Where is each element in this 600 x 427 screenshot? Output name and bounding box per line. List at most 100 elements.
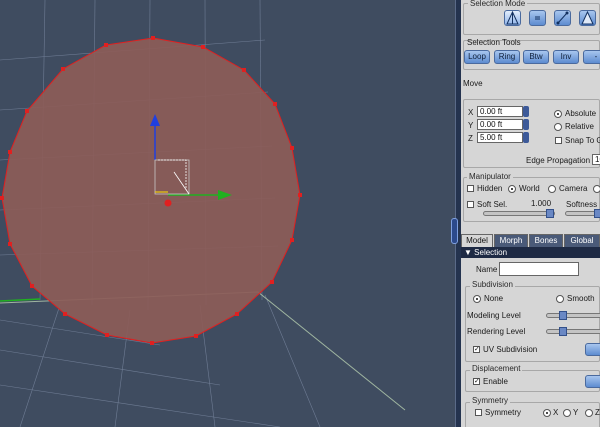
symmetry-checkbox[interactable] xyxy=(475,409,482,416)
displacement-title: Displacement xyxy=(470,364,523,373)
vertex-point[interactable] xyxy=(8,242,12,246)
symmetry-label: Symmetry xyxy=(485,408,521,417)
selection-mode-title: Selection Mode xyxy=(468,0,528,8)
vertex-point[interactable] xyxy=(242,68,246,72)
disc-mesh[interactable] xyxy=(1,37,301,344)
edge-mode-icon xyxy=(535,16,540,20)
symmetry-x-label: X xyxy=(553,408,559,417)
symmetry-z-radio[interactable] xyxy=(585,409,593,417)
move-title: Move xyxy=(463,79,483,88)
vertex-point[interactable] xyxy=(270,280,274,284)
displacement-options-button[interactable] xyxy=(585,375,600,388)
vertex-point[interactable] xyxy=(290,146,294,150)
x-label: X xyxy=(468,108,474,117)
softness-slider-knob[interactable] xyxy=(594,209,600,218)
soft-sel-slider[interactable] xyxy=(483,209,555,218)
vertex-point[interactable] xyxy=(8,150,12,154)
tab-model[interactable]: Model xyxy=(461,234,493,247)
splitter-handle[interactable] xyxy=(451,218,458,244)
world-radio[interactable] xyxy=(508,185,516,193)
edge-propagation-label: Edge Propagation xyxy=(526,156,591,165)
displacement-enable-checkbox[interactable]: ✓ xyxy=(473,378,480,385)
displacement-enable-label: Enable xyxy=(483,377,508,386)
between-button[interactable]: Btw xyxy=(523,50,549,64)
rendering-level-slider[interactable] xyxy=(546,327,600,336)
camera-label: Camera xyxy=(559,184,588,193)
rendering-level-label: Rendering Level xyxy=(467,327,526,336)
y-label: Y xyxy=(468,121,474,130)
modeling-level-slider-knob[interactable] xyxy=(559,311,567,320)
softness-label: Softness xyxy=(566,200,598,209)
vertex-point[interactable] xyxy=(273,102,277,106)
vertex-mode-button[interactable] xyxy=(504,10,521,26)
object-radio[interactable] xyxy=(593,185,600,193)
snap-checkbox[interactable] xyxy=(555,137,562,144)
object-mode-button[interactable] xyxy=(579,10,596,26)
vertex-mode-icon xyxy=(506,10,519,25)
vertex-point[interactable] xyxy=(0,196,4,200)
ring-button[interactable]: Ring xyxy=(494,50,520,64)
none-label: None xyxy=(484,294,504,303)
viewport-canvas[interactable] xyxy=(0,0,455,427)
vertex-point[interactable] xyxy=(30,284,34,288)
vertex-point[interactable] xyxy=(104,43,108,47)
symmetry-y-radio[interactable] xyxy=(563,409,571,417)
z-spinner[interactable] xyxy=(523,132,529,143)
vertex-point[interactable] xyxy=(151,36,155,40)
camera-radio[interactable] xyxy=(548,185,556,193)
rendering-level-slider-knob[interactable] xyxy=(559,327,567,336)
tab-bones[interactable]: Bones xyxy=(529,234,563,247)
vertex-point[interactable] xyxy=(25,109,29,113)
snap-label: Snap To G xyxy=(565,136,600,145)
polygon-mode-button[interactable] xyxy=(554,10,571,26)
vertex-point[interactable] xyxy=(298,193,302,197)
name-field[interactable] xyxy=(499,262,579,276)
soft-sel-label: Soft Sel. xyxy=(477,200,508,209)
world-label: World xyxy=(519,184,540,193)
smooth-label: Smooth xyxy=(567,294,595,303)
edge-mode-button[interactable] xyxy=(529,10,546,26)
selection-section-header[interactable]: ▼ Selection xyxy=(461,247,600,258)
vertex-point[interactable] xyxy=(61,67,65,71)
vertex-point[interactable] xyxy=(150,341,154,345)
edge-propagation-field[interactable]: 10 xyxy=(592,154,600,165)
absolute-radio[interactable] xyxy=(554,110,562,118)
relative-radio[interactable] xyxy=(554,123,562,131)
symmetry-y-label: Y xyxy=(573,408,579,417)
vertex-point[interactable] xyxy=(235,312,239,316)
symmetry-x-radio[interactable] xyxy=(543,409,551,417)
ground-axis-green xyxy=(0,298,41,302)
y-spinner[interactable] xyxy=(523,119,529,130)
hidden-label: Hidden xyxy=(477,184,503,193)
vertex-point[interactable] xyxy=(290,238,294,242)
x-spinner[interactable] xyxy=(523,106,529,117)
none-radio[interactable] xyxy=(473,295,481,303)
tab-morph[interactable]: Morph xyxy=(494,234,528,247)
pivot-point[interactable] xyxy=(164,199,172,207)
name-label: Name xyxy=(476,265,498,274)
vertex-point[interactable] xyxy=(194,334,198,338)
invert-button[interactable]: Inv xyxy=(553,50,579,64)
manipulator-title: Manipulator xyxy=(467,172,513,181)
deselect-button[interactable]: - xyxy=(583,50,600,64)
vertex-point[interactable] xyxy=(63,312,67,316)
soft-sel-checkbox[interactable] xyxy=(467,201,474,208)
loop-button[interactable]: Loop xyxy=(464,50,490,64)
soft-sel-slider-knob[interactable] xyxy=(546,209,554,218)
hidden-checkbox[interactable] xyxy=(467,185,474,192)
selection-header-label: Selection xyxy=(474,248,508,257)
x-field[interactable]: 0.00 ft xyxy=(477,106,523,117)
tab-global[interactable]: Global xyxy=(564,234,600,247)
softness-slider[interactable] xyxy=(565,209,600,218)
polygon-mode-icon xyxy=(556,11,569,25)
vertex-point[interactable] xyxy=(201,45,205,49)
smooth-radio[interactable] xyxy=(556,295,564,303)
z-field[interactable]: 5.00 ft xyxy=(477,132,523,143)
modeling-level-slider[interactable] xyxy=(546,311,600,320)
vertex-point[interactable] xyxy=(105,333,109,337)
subdivision-title: Subdivision xyxy=(470,280,515,289)
3d-viewport[interactable] xyxy=(0,0,455,427)
subdivision-options-button[interactable] xyxy=(585,343,600,356)
uv-subdivision-checkbox[interactable]: ✓ xyxy=(473,346,480,353)
y-field[interactable]: 0.00 ft xyxy=(477,119,523,130)
